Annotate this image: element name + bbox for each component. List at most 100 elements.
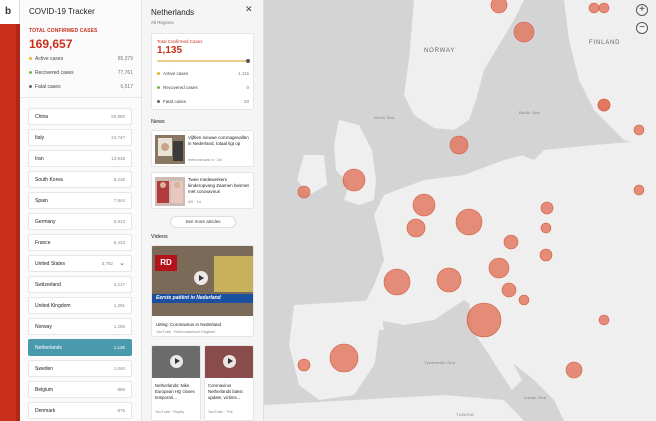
bubble-belgium (406, 218, 426, 238)
video-card-main[interactable]: RD Eerste patiënt in Nederland Uitleg: C… (151, 245, 254, 337)
country-count: 1,040 (113, 366, 125, 371)
divider (20, 97, 141, 98)
video-thumbnail: RD Eerste patiënt in Nederland (152, 246, 253, 316)
stat-label: Recovered cases (163, 85, 198, 90)
country-item-china[interactable]: China 80,860 (28, 108, 132, 125)
see-more-button[interactable]: See more articles (170, 216, 236, 228)
news-thumbnail (155, 177, 185, 206)
country-count: 1,256 (113, 324, 125, 329)
video-thumbnail (205, 346, 253, 378)
country-item-netherlands[interactable]: Netherlands 1,135 (28, 339, 132, 356)
country-item-sweden[interactable]: Sweden 1,040 (28, 360, 132, 377)
fatal-dot (157, 100, 160, 104)
country-name: United States (35, 261, 66, 267)
confirmed-label: Total Confirmed Cases (157, 39, 203, 44)
video-card[interactable]: Coronavirus Netherlands latest update, v… (204, 345, 254, 421)
bubble-netherlands (412, 193, 436, 217)
video-meta: YouTube · The (208, 410, 233, 414)
country-name: Norway (35, 324, 52, 330)
bubble-germany (455, 208, 483, 236)
bubble (539, 248, 553, 262)
country-item-spain[interactable]: Spain 7,844 (28, 192, 132, 209)
country-name: Denmark (35, 408, 56, 414)
close-icon[interactable]: ✕ (245, 4, 253, 15)
total-label: TOTAL CONFIRMED CASES (29, 28, 98, 34)
recovered-dot (29, 71, 32, 75)
country-name: Netherlands (35, 345, 62, 351)
detail-title: Netherlands (151, 8, 195, 17)
bubble (540, 222, 552, 234)
bubble (598, 2, 610, 14)
bubble-italy (466, 302, 502, 338)
country-item-france[interactable]: France 5,423 (28, 234, 132, 251)
country-count: 5,423 (113, 240, 125, 245)
map-canvas[interactable] (264, 0, 656, 421)
country-item-iran[interactable]: Iran 13,938 (28, 150, 132, 167)
bubble-oslo (513, 21, 535, 43)
bubble (449, 135, 469, 155)
country-item-germany[interactable]: Germany 5,813 (28, 213, 132, 230)
bubble (518, 294, 530, 306)
active-dot (29, 57, 32, 61)
country-item-italy[interactable]: Italy 24,747 (28, 129, 132, 146)
country-item-belgium[interactable]: Belgium 886 (28, 381, 132, 398)
bubble (597, 98, 611, 112)
video-meta: YouTube · Reformatorisch Dagblad (156, 330, 216, 334)
zoom-out-button[interactable]: − (636, 22, 648, 34)
bubble-uk (342, 168, 366, 192)
country-item-united-kingdom[interactable]: United Kingdom 1,391 (28, 297, 132, 314)
stat-label: Fatal cases (163, 99, 187, 104)
video-card[interactable]: Netherlands: Nike European HQ closes tem… (151, 345, 201, 421)
rail-accent (0, 24, 20, 421)
country-name: Switzerland (35, 282, 61, 288)
news-title: Vijftien nieuwe coronagevallen in Nederl… (188, 135, 249, 146)
play-icon[interactable] (223, 355, 236, 368)
map-label-north-sea: North Sea (374, 115, 395, 120)
country-count: 886 (117, 387, 125, 392)
bubble-greece (565, 361, 583, 379)
country-count: 2,217 (113, 282, 125, 287)
news-item[interactable]: Twee medewerkers kinderopvang Zaamen bes… (151, 172, 254, 209)
news-item[interactable]: Vijftien nieuwe coronagevallen in Nederl… (151, 130, 254, 167)
bubble (633, 184, 645, 196)
country-name: Spain (35, 198, 48, 204)
country-count: 5,813 (113, 219, 125, 224)
video-title: Netherlands: Nike European HQ closes tem… (155, 383, 195, 400)
country-item-switzerland[interactable]: Switzerland 2,217 (28, 276, 132, 293)
country-item-south-korea[interactable]: South Korea 8,236 (28, 171, 132, 188)
app-rail: b (0, 0, 20, 421)
news-title: Twee medewerkers kinderopvang Zaamen bes… (188, 177, 249, 194)
overview-panel: COVID-19 Tracker TOTAL CONFIRMED CASES 1… (20, 0, 142, 421)
country-count: 1,391 (113, 303, 125, 308)
bubble (503, 234, 519, 250)
country-name: Belgium (35, 387, 54, 393)
video-title: Uitleg: Coronavirus in Nederland (156, 322, 222, 327)
map-label-finland: FINLAND (589, 40, 621, 46)
map[interactable]: NORWAY FINLAND North Sea Baltic Sea Tyrr… (264, 0, 656, 421)
detail-stat-recovered: Recovered cases 0 (157, 85, 249, 94)
country-item-norway[interactable]: Norway 1,256 (28, 318, 132, 335)
country-count: 3,782 (101, 261, 113, 266)
map-label-tunisia: TUNISIA (456, 412, 474, 417)
recovered-dot (157, 86, 160, 90)
play-icon[interactable] (170, 355, 183, 368)
map-label-norway: NORWAY (424, 48, 456, 54)
play-icon[interactable] (194, 271, 208, 285)
country-item-denmark[interactable]: Denmark 875 (28, 402, 132, 419)
bing-logo[interactable]: b (5, 6, 15, 17)
country-item-united-states[interactable]: United States 3,782 ⌄ (28, 255, 132, 272)
zoom-in-button[interactable]: + (636, 4, 648, 16)
confirmed-value: 1,135 (157, 45, 183, 56)
bubble (501, 282, 517, 298)
chevron-down-icon[interactable]: ⌄ (119, 259, 125, 267)
video-thumbnail (152, 346, 200, 378)
fatal-dot (29, 85, 32, 89)
stat-label: Active cases (163, 71, 189, 76)
stat-fatal: Fatal cases 6,517 (29, 84, 133, 94)
stat-label: Recovered cases (35, 70, 74, 76)
stat-label: Active cases (35, 56, 64, 62)
stat-value: 1,115 (238, 71, 249, 76)
stat-recovered: Recovered cases 77,761 (29, 70, 133, 80)
active-dot (157, 72, 160, 76)
country-count: 875 (117, 408, 125, 413)
